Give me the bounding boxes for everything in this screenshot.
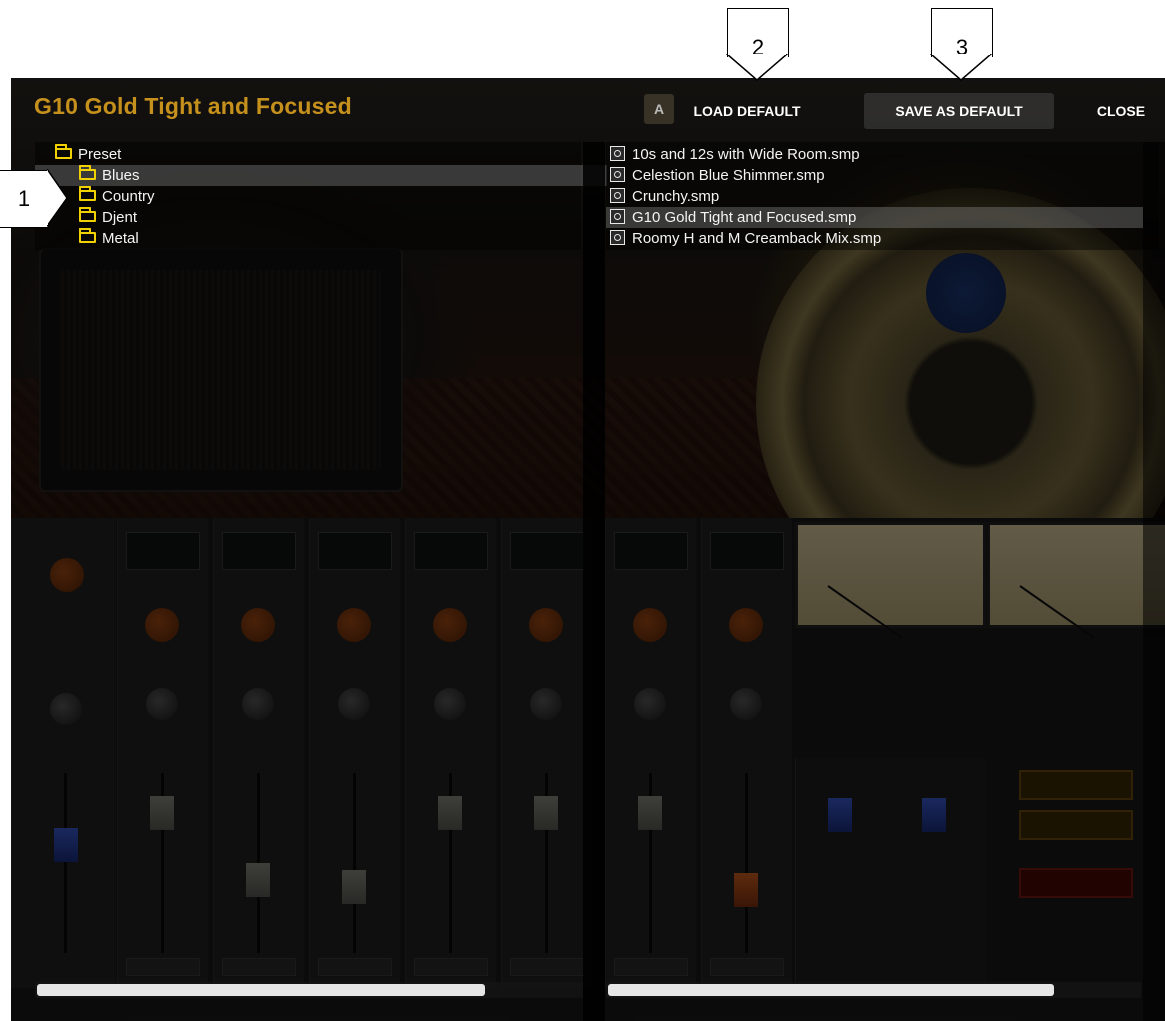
file-list-horizontal-scrollbar[interactable]: [606, 982, 1141, 998]
callout-2: 2: [727, 8, 789, 60]
preset-folder-tree: Preset Blues Country Djent Metal: [35, 142, 607, 250]
pane-divider[interactable]: [583, 142, 605, 1021]
preset-file-icon: [610, 166, 625, 182]
preset-file-icon: [610, 229, 625, 245]
tree-folder-blues[interactable]: Blues: [35, 164, 607, 186]
callout-3: 3: [931, 8, 993, 60]
preset-file-list: 10s and 12s with Wide Room.smp Celestion…: [606, 142, 1159, 250]
preset-file-item[interactable]: 10s and 12s with Wide Room.smp: [606, 144, 1143, 165]
preset-file-item[interactable]: Celestion Blue Shimmer.smp: [606, 165, 1143, 186]
preset-file-item-selected[interactable]: G10 Gold Tight and Focused.smp: [606, 207, 1143, 228]
folder-tree-scroll-thumb[interactable]: [37, 984, 485, 996]
folder-icon: [79, 206, 96, 222]
file-list-vertical-scrollbar[interactable]: [1143, 142, 1165, 1021]
speakermix-window: G10 Gold Tight and Focused A LOAD DEFAUL…: [11, 78, 1165, 1021]
ab-button[interactable]: A: [644, 94, 674, 124]
callout-3-arrow: [930, 54, 993, 81]
folder-tree-horizontal-scrollbar[interactable]: [35, 982, 583, 998]
tree-folder-country[interactable]: Country: [35, 185, 607, 207]
preset-file-icon: [610, 187, 625, 203]
preset-file-icon: [610, 208, 625, 224]
save-as-default-button[interactable]: SAVE AS DEFAULT: [864, 93, 1054, 129]
tree-folder-djent[interactable]: Djent: [35, 206, 607, 228]
preset-title: G10 Gold Tight and Focused: [34, 93, 352, 119]
tree-root-preset[interactable]: Preset: [35, 143, 583, 165]
preset-file-item[interactable]: Roomy H and M Creamback Mix.smp: [606, 228, 1143, 249]
folder-icon: [79, 227, 96, 243]
folder-icon: [55, 143, 72, 159]
preset-file-item[interactable]: Crunchy.smp: [606, 186, 1143, 207]
load-default-button[interactable]: LOAD DEFAULT: [673, 93, 821, 129]
folder-icon: [79, 164, 96, 180]
tree-folder-metal[interactable]: Metal: [35, 227, 607, 249]
preset-file-icon: [610, 145, 625, 161]
callout-2-arrow: [726, 54, 789, 81]
file-list-scroll-thumb[interactable]: [608, 984, 1054, 996]
callout-1-arrow: [47, 169, 68, 227]
callout-1: 1: [0, 170, 49, 228]
folder-icon: [79, 185, 96, 201]
close-button[interactable]: CLOSE: [1081, 93, 1161, 129]
